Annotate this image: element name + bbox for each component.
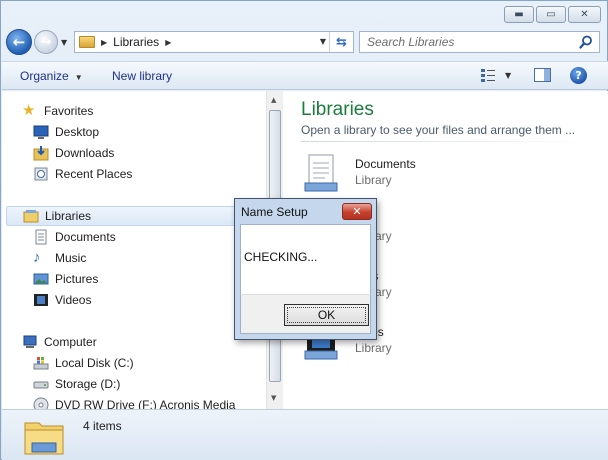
libraries-icon bbox=[23, 210, 39, 223]
library-kind: Library bbox=[355, 341, 392, 355]
organize-button[interactable]: Organize ▼ bbox=[20, 69, 83, 83]
desktop-icon bbox=[33, 125, 49, 139]
close-icon: ✕ bbox=[580, 8, 589, 20]
nav-desktop-label: Desktop bbox=[55, 125, 100, 139]
caption-buttons: ▬ ▭ ✕ bbox=[504, 6, 601, 23]
ok-label: OK bbox=[317, 308, 336, 322]
windows-drive-icon bbox=[33, 357, 49, 370]
pictures-icon bbox=[33, 273, 49, 285]
dialog-message: CHECKING... bbox=[244, 250, 318, 264]
back-button[interactable]: ← bbox=[6, 29, 32, 55]
nav-documents[interactable]: Documents bbox=[33, 227, 116, 247]
nav-storage-d[interactable]: Storage (D:) bbox=[33, 374, 120, 394]
change-view-icon[interactable] bbox=[480, 68, 496, 82]
navigation-pane: ★ Favorites Desktop Downloads Recent Pla… bbox=[2, 91, 266, 409]
address-history-chevron-down-icon[interactable]: ▼ bbox=[320, 37, 326, 46]
nav-desktop[interactable]: Desktop bbox=[33, 122, 99, 142]
videos-icon bbox=[34, 294, 48, 306]
documents-icon bbox=[35, 229, 47, 245]
nav-videos[interactable]: Videos bbox=[33, 290, 91, 310]
nav-dvd-drive-f[interactable]: DVD RW Drive (F:) Acronis Media bbox=[33, 395, 235, 409]
nav-documents-label: Documents bbox=[55, 230, 116, 244]
scroll-down-icon[interactable]: ▼ bbox=[271, 394, 276, 402]
help-icon[interactable]: ? bbox=[570, 67, 587, 84]
arrow-right-icon: → bbox=[40, 34, 52, 50]
close-button[interactable]: ✕ bbox=[568, 6, 601, 23]
nav-favorites[interactable]: ★ Favorites bbox=[22, 101, 93, 121]
breadcrumb-libraries[interactable]: Libraries bbox=[113, 35, 159, 49]
computer-icon bbox=[23, 335, 37, 348]
nav-local-disk-c-label: Local Disk (C:) bbox=[55, 356, 134, 370]
drive-icon bbox=[33, 381, 49, 389]
chevron-down-icon: ▼ bbox=[74, 73, 83, 82]
recent-places-icon bbox=[34, 167, 48, 181]
command-toolbar: Organize ▼ New library ▼ ? bbox=[2, 61, 608, 90]
nav-downloads[interactable]: Downloads bbox=[33, 143, 114, 163]
nav-libraries-label: Libraries bbox=[45, 209, 92, 223]
nav-recent-places[interactable]: Recent Places bbox=[33, 164, 132, 184]
explorer-window: ▬ ▭ ✕ ← → ▼ ▶ Libraries ▶ ▼ ⇆ Organize ▼ … bbox=[0, 0, 608, 460]
nav-videos-label: Videos bbox=[55, 293, 92, 307]
downloads-icon bbox=[33, 146, 49, 161]
page-title: Libraries bbox=[301, 99, 374, 120]
dialog-close-button[interactable]: ✕ bbox=[342, 203, 372, 220]
navigation-bar: ← → ▼ ▶ Libraries ▶ ▼ ⇆ bbox=[1, 27, 608, 59]
search-box bbox=[359, 31, 600, 53]
nav-recent-places-label: Recent Places bbox=[55, 167, 133, 181]
recent-pages-chevron-down-icon[interactable]: ▼ bbox=[61, 38, 67, 47]
dialog-footer: OK bbox=[240, 294, 371, 334]
maximize-icon: ▭ bbox=[546, 8, 556, 20]
nav-music[interactable]: ♪ Music bbox=[33, 248, 86, 268]
dvd-drive-icon bbox=[33, 397, 49, 409]
organize-label: Organize bbox=[20, 69, 69, 83]
search-input[interactable] bbox=[367, 35, 577, 49]
nav-local-disk-c[interactable]: Local Disk (C:) bbox=[33, 353, 134, 373]
libraries-folder-icon bbox=[79, 36, 95, 48]
view-options-chevron-down-icon[interactable]: ▼ bbox=[505, 71, 511, 80]
library-name: Documents bbox=[355, 157, 416, 171]
nav-computer[interactable]: Computer bbox=[22, 332, 97, 352]
library-kind: Library bbox=[355, 173, 392, 187]
dialog-title: Name Setup bbox=[241, 205, 308, 219]
preview-pane-icon[interactable] bbox=[534, 68, 551, 82]
forward-button[interactable]: → bbox=[34, 30, 58, 54]
library-item-documents[interactable]: Documents Library bbox=[301, 153, 601, 193]
close-icon: ✕ bbox=[352, 205, 362, 218]
chevron-right-icon[interactable]: ▶ bbox=[165, 38, 171, 47]
nav-pictures[interactable]: Pictures bbox=[33, 269, 98, 289]
search-icon[interactable] bbox=[579, 35, 593, 49]
nav-storage-d-label: Storage (D:) bbox=[55, 377, 121, 391]
scroll-up-icon[interactable]: ▲ bbox=[271, 96, 276, 104]
ok-button[interactable]: OK bbox=[284, 304, 369, 326]
music-note-icon: ♪ bbox=[33, 249, 41, 266]
item-count: 4 items bbox=[83, 419, 122, 433]
new-library-label: New library bbox=[112, 69, 173, 83]
page-subtitle: Open a library to see your files and arr… bbox=[301, 123, 576, 137]
minimize-icon: ▬ bbox=[514, 8, 524, 20]
libraries-folder-icon bbox=[24, 422, 64, 455]
nav-favorites-label: Favorites bbox=[44, 104, 94, 118]
new-library-button[interactable]: New library bbox=[112, 69, 172, 83]
name-setup-dialog: Name Setup ✕ CHECKING... OK bbox=[234, 198, 377, 340]
refresh-button[interactable]: ⇆ bbox=[329, 32, 353, 52]
chevron-right-icon[interactable]: ▶ bbox=[101, 38, 107, 47]
nav-pictures-label: Pictures bbox=[55, 272, 99, 286]
divider bbox=[301, 141, 601, 142]
maximize-button[interactable]: ▭ bbox=[536, 6, 566, 23]
documents-library-icon bbox=[304, 154, 338, 192]
address-bar[interactable]: ▶ Libraries ▶ ▼ ⇆ bbox=[74, 31, 354, 53]
nav-computer-label: Computer bbox=[44, 335, 97, 349]
nav-downloads-label: Downloads bbox=[55, 146, 115, 160]
nav-libraries[interactable]: Libraries bbox=[6, 206, 266, 226]
star-icon: ★ bbox=[22, 102, 36, 119]
minimize-button[interactable]: ▬ bbox=[504, 6, 534, 23]
arrow-left-icon: ← bbox=[12, 33, 26, 51]
status-bar: 4 items bbox=[2, 409, 608, 460]
refresh-icon: ⇆ bbox=[336, 34, 347, 50]
nav-dvd-drive-f-label: DVD RW Drive (F:) Acronis Media bbox=[55, 398, 236, 409]
nav-music-label: Music bbox=[55, 251, 87, 265]
